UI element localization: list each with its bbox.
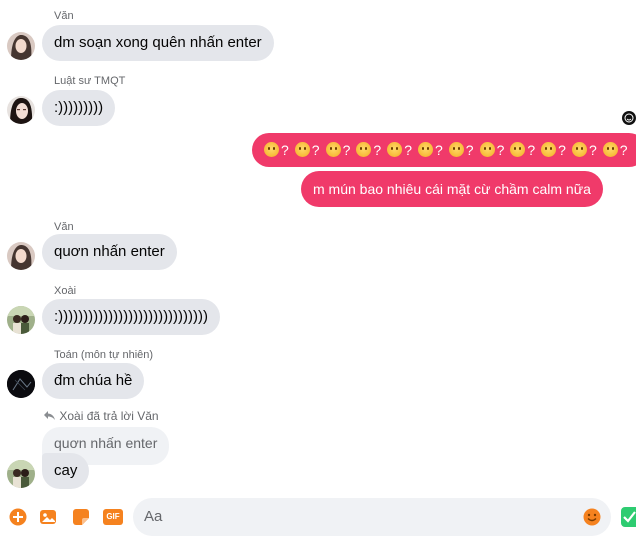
message-bubble[interactable]: :))))))))) [42, 90, 116, 126]
emoji-suffix: ? [404, 142, 412, 158]
emoji-suffix: ? [619, 142, 628, 158]
message-bubble[interactable]: quơn nhấn enter [42, 234, 177, 270]
message-bubble[interactable]: dm soạn xong quên nhấn enter [42, 25, 274, 61]
reply-label: Xoài đã trả lời Văn [44, 409, 159, 423]
image-icon[interactable] [39, 508, 57, 526]
message-bubble[interactable]: đm chúa hề [42, 363, 145, 399]
avatar[interactable] [7, 460, 35, 488]
send-check-icon[interactable] [621, 507, 636, 532]
sender-name: Văn [54, 221, 74, 233]
seen-avatar-icon [622, 111, 636, 125]
emoji-face-icon [510, 142, 526, 157]
emoji-icon[interactable] [583, 508, 601, 531]
message-input[interactable]: Aa [133, 498, 611, 536]
sticker-icon[interactable] [72, 508, 90, 526]
emoji-face-icon [294, 142, 310, 157]
emoji-face-icon [356, 142, 372, 157]
emoji-suffix: ? [342, 142, 351, 158]
avatar[interactable] [7, 96, 35, 124]
emoji-face-icon [387, 142, 403, 157]
emoji-face-icon [417, 142, 433, 157]
avatar[interactable] [7, 32, 35, 60]
avatar[interactable] [7, 306, 35, 334]
gif-icon[interactable]: GIF [103, 508, 123, 526]
sender-name: Luật sư TMQT [54, 75, 126, 87]
emoji-suffix: ? [373, 142, 382, 158]
avatar[interactable] [7, 242, 35, 270]
emoji-suffix: ? [281, 142, 289, 158]
sender-name: Xoài [54, 285, 77, 297]
emoji-face-icon [602, 142, 618, 157]
emoji-face-icon [479, 142, 495, 157]
emoji-suffix: ? [434, 142, 443, 158]
sender-name: Toán (môn tự nhiên) [54, 349, 154, 361]
emoji-suffix: ? [588, 142, 597, 158]
message-bubble[interactable]: :)))))))))))))))))))))))))))))) [42, 299, 221, 335]
reply-message[interactable]: cay [42, 453, 90, 489]
emoji-suffix: ? [527, 142, 536, 158]
emoji-face-icon [541, 142, 557, 157]
emoji-suffix: ? [465, 142, 474, 158]
emoji-face-icon [448, 142, 464, 157]
emoji-face-icon [571, 142, 587, 157]
outgoing-message[interactable]: m mún bao nhiêu cái mặt cừ chầm calm nữa [301, 171, 603, 207]
emoji-face-icon [325, 142, 341, 157]
outgoing-emoji-message[interactable]: ???????????? [252, 133, 636, 167]
gif-label: GIF [106, 512, 120, 521]
plus-circle-icon[interactable] [9, 508, 27, 526]
message-input-placeholder: Aa [144, 508, 163, 525]
emoji-face-icon [264, 142, 279, 157]
emoji-suffix: ? [558, 142, 566, 158]
emoji-suffix: ? [496, 142, 505, 158]
avatar[interactable] [7, 370, 35, 398]
reply-arrow-icon [44, 409, 56, 423]
emoji-suffix: ? [311, 142, 320, 158]
sender-name: Văn [54, 10, 74, 22]
reply-label-text: Xoài đã trả lời Văn [59, 409, 159, 423]
